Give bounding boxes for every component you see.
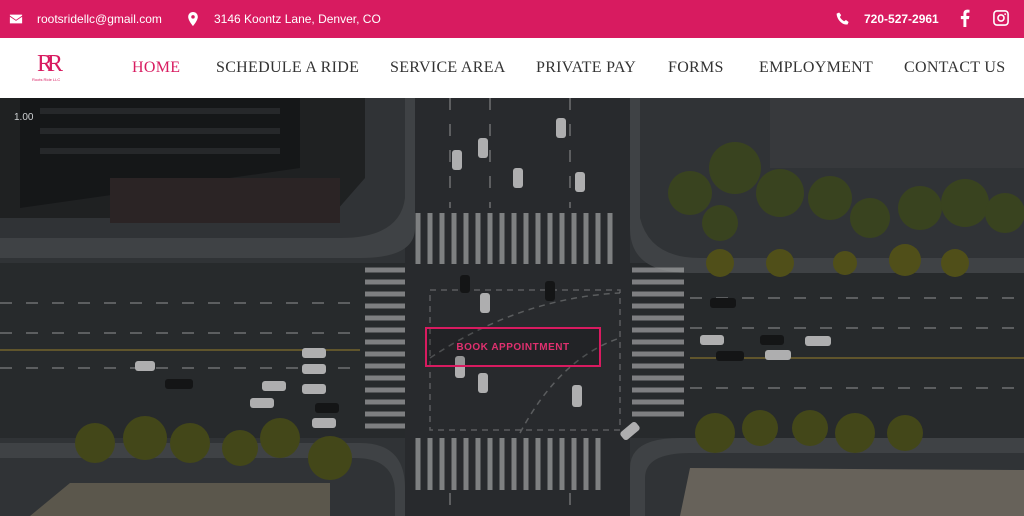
- instagram-icon: [992, 9, 1010, 30]
- nav-item-home[interactable]: HOME: [132, 38, 180, 98]
- site-logo[interactable]: RR Roots Ride LLC: [32, 52, 72, 86]
- nav-item-contact-us[interactable]: CONTACT US: [904, 38, 1005, 98]
- hero-banner: 1.00 BOOK APPOINTMENT: [0, 98, 1024, 516]
- zoom-indicator: 1.00: [14, 112, 34, 123]
- address-text: 3146 Koontz Lane, Denver, CO: [214, 12, 381, 26]
- nav-item-schedule-a-ride[interactable]: SCHEDULE A RIDE: [216, 38, 359, 98]
- logo-tagline: Roots Ride LLC: [32, 77, 61, 82]
- map-pin-icon: [186, 12, 200, 26]
- aerial-intersection-image: [0, 98, 1024, 516]
- email-link[interactable]: rootsridellc@gmail.com: [9, 0, 162, 38]
- phone-link[interactable]: 720-527-2961: [836, 0, 939, 38]
- nav-item-forms[interactable]: FORMS: [668, 38, 724, 98]
- top-contact-bar: rootsridellc@gmail.com 3146 Koontz Lane,…: [0, 0, 1024, 38]
- book-appointment-button[interactable]: BOOK APPOINTMENT: [425, 327, 601, 367]
- facebook-link[interactable]: [956, 0, 974, 38]
- main-navigation: RR Roots Ride LLC HOME SCHEDULE A RIDE S…: [0, 38, 1024, 98]
- email-text: rootsridellc@gmail.com: [37, 12, 162, 26]
- phone-text: 720-527-2961: [864, 12, 939, 26]
- address-link[interactable]: 3146 Koontz Lane, Denver, CO: [186, 0, 381, 38]
- envelope-icon: [9, 12, 23, 26]
- facebook-icon: [956, 9, 974, 30]
- nav-item-service-area[interactable]: SERVICE AREA: [390, 38, 506, 98]
- logo-monogram: RR: [37, 51, 63, 77]
- instagram-link[interactable]: [992, 0, 1010, 38]
- phone-icon: [836, 12, 850, 26]
- nav-item-private-pay[interactable]: PRIVATE PAY: [536, 38, 636, 98]
- nav-item-employment[interactable]: EMPLOYMENT: [759, 38, 873, 98]
